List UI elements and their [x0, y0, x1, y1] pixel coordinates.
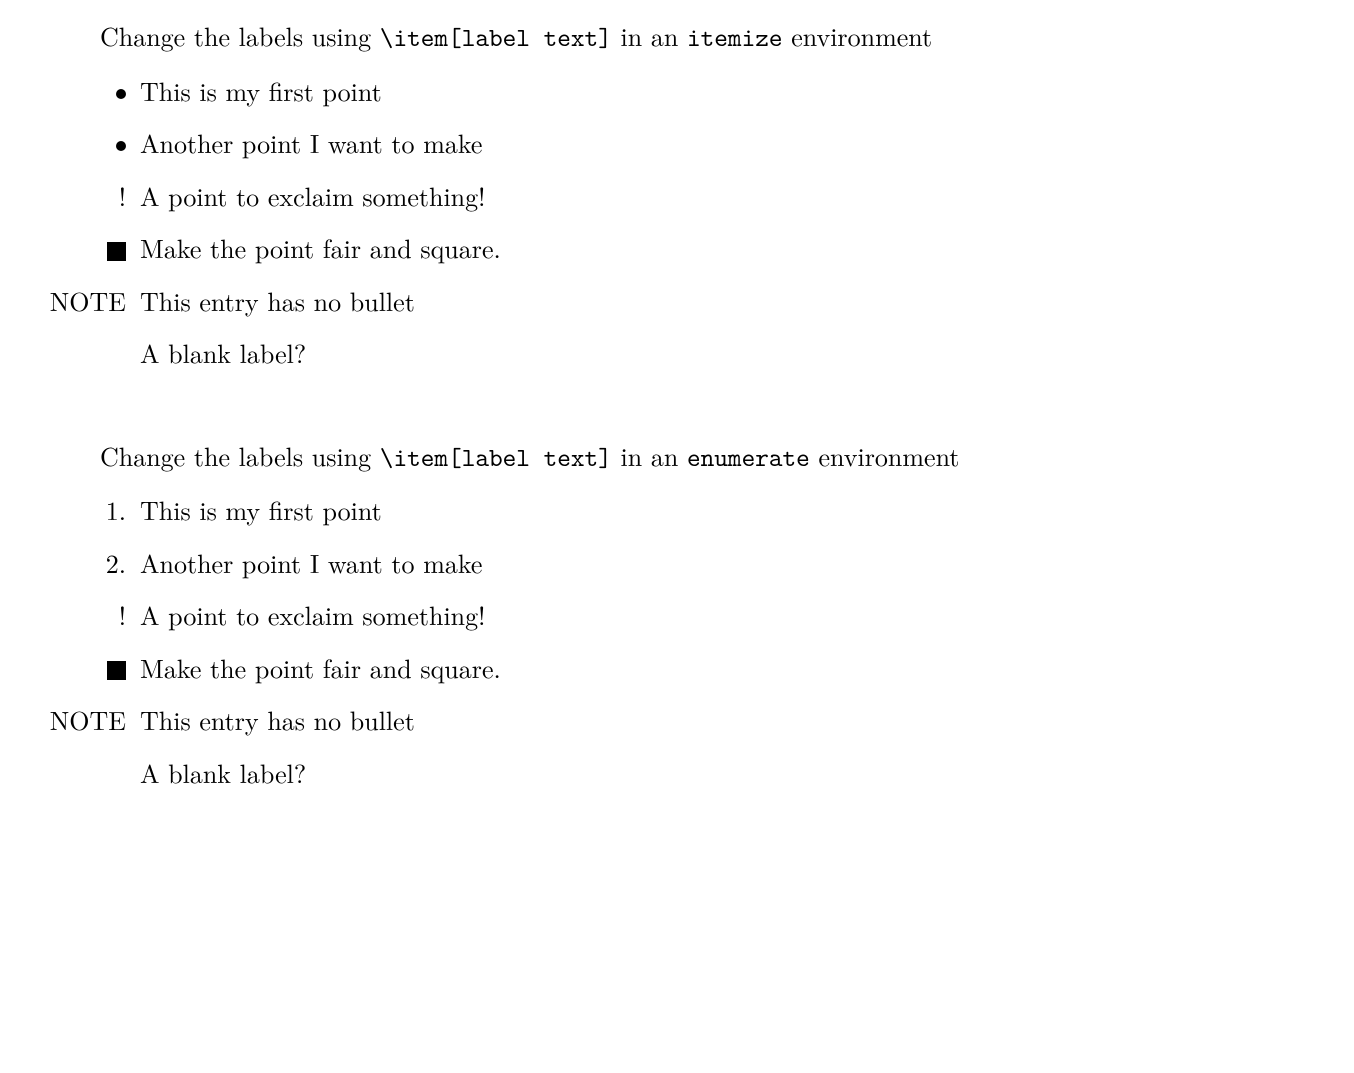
- item-label: [20, 75, 140, 108]
- item-text: Make the point fair and square.: [140, 232, 501, 265]
- enumerate-list: 1. This is my first point 2. Another poi…: [20, 494, 1314, 789]
- intro-itemize: Change the labels using \item[label text…: [100, 20, 1314, 55]
- item-text: Another point I want to make: [140, 127, 482, 160]
- intro-text: environment: [810, 437, 960, 474]
- bullet-dot-icon: [116, 72, 126, 109]
- item-text: A blank label?: [140, 757, 306, 790]
- list-item: This is my first point: [20, 75, 1314, 108]
- list-item: NOTE This entry has no bullet: [20, 285, 1314, 318]
- list-item: ! A point to exclaim something!: [20, 599, 1314, 632]
- list-item: ! A point to exclaim something!: [20, 180, 1314, 213]
- item-text: A blank label?: [140, 337, 306, 370]
- item-text: This is my first point: [140, 494, 382, 527]
- list-item: 2. Another point I want to make: [20, 547, 1314, 580]
- intro-text: Change the labels using: [100, 17, 380, 54]
- bullet-dot-icon: [116, 124, 126, 161]
- item-text: Another point I want to make: [140, 547, 482, 580]
- item-label: [20, 232, 140, 265]
- item-label: !: [20, 599, 140, 632]
- bullet-square-icon: [107, 649, 126, 686]
- intro-enumerate: Change the labels using \item[label text…: [100, 440, 1314, 475]
- list-item: A blank label?: [20, 337, 1314, 370]
- item-label: NOTE: [20, 704, 140, 737]
- intro-code: \item[label text]: [380, 21, 612, 55]
- item-text: Make the point fair and square.: [140, 652, 501, 685]
- item-text: This is my first point: [140, 75, 382, 108]
- item-label: 1.: [20, 494, 140, 527]
- item-label: 2.: [20, 547, 140, 580]
- list-item: Another point I want to make: [20, 127, 1314, 160]
- intro-env: enumerate: [687, 441, 810, 475]
- item-text: This entry has no bullet: [140, 285, 415, 318]
- list-item: Make the point fair and square.: [20, 652, 1314, 685]
- list-item: A blank label?: [20, 757, 1314, 790]
- intro-text: environment: [783, 17, 933, 54]
- intro-text: Change the labels using: [100, 437, 380, 474]
- item-text: A point to exclaim something!: [140, 180, 485, 213]
- intro-code: \item[label text]: [380, 441, 612, 475]
- item-label: [20, 652, 140, 685]
- item-label: NOTE: [20, 285, 140, 318]
- item-text: A point to exclaim something!: [140, 599, 485, 632]
- item-label: !: [20, 180, 140, 213]
- list-item: Make the point fair and square.: [20, 232, 1314, 265]
- item-text: This entry has no bullet: [140, 704, 415, 737]
- intro-text: in an: [612, 437, 687, 474]
- item-label: [20, 127, 140, 160]
- list-item: 1. This is my first point: [20, 494, 1314, 527]
- itemize-list: This is my first point Another point I w…: [20, 75, 1314, 370]
- intro-text: in an: [612, 17, 687, 54]
- bullet-square-icon: [107, 229, 126, 266]
- intro-env: itemize: [687, 21, 783, 55]
- list-item: NOTE This entry has no bullet: [20, 704, 1314, 737]
